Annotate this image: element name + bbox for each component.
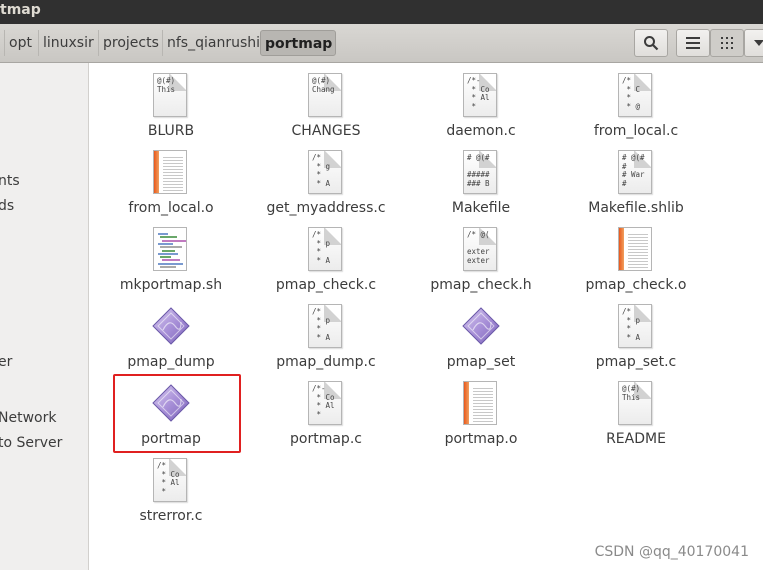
sidebar-item-documents[interactable]: nts (0, 173, 20, 189)
file-name-label: portmap.c (290, 431, 362, 447)
text-file-icon: /* * p * * A (306, 304, 346, 352)
window-title: tmap (0, 2, 41, 18)
grid-view-icon (721, 37, 733, 49)
file-name-label: pmap_dump (127, 354, 215, 370)
file-name-label: pmap_check.o (585, 277, 687, 293)
sidebar-item-network[interactable]: Network (0, 410, 56, 426)
file-item-get-myaddress-c[interactable]: /* * g * * A get_myaddress.c (256, 146, 396, 222)
shell-script-icon (151, 227, 191, 275)
file-item-makefile[interactable]: # @(# ##### ### B Makefile (411, 146, 551, 222)
file-name-label: pmap_set (446, 354, 516, 370)
file-item-pmap-dump-c[interactable]: /* * p * * A pmap_dump.c (256, 300, 396, 376)
file-name-label: daemon.c (446, 123, 516, 139)
file-item-portmap-c[interactable]: /*- * Co * Al * portmap.c (256, 377, 396, 453)
text-file-icon: /* @( exter exter (461, 227, 501, 275)
file-item-strerror-c[interactable]: /* * Co * Al * strerror.c (101, 454, 241, 530)
executable-icon (151, 304, 191, 352)
file-item-changes[interactable]: @(#) Chang CHANGES (256, 69, 396, 145)
text-file-icon: /*- * Co * Al * (306, 381, 346, 429)
file-item-from-local-o[interactable]: from_local.o (101, 146, 241, 222)
text-file-icon: @(#) This (616, 381, 656, 429)
file-item-pmap-check-o[interactable]: pmap_check.o (566, 223, 706, 299)
file-item-pmap-check-c[interactable]: /* * p * * A pmap_check.c (256, 223, 396, 299)
file-grid: @(#) This BLURB @(#) Chang CHANGES /*- * Co … (89, 63, 763, 570)
grid-view-button[interactable] (710, 29, 744, 57)
file-name-label: Makefile (451, 200, 511, 216)
breadcrumb-nfs-qianrushi[interactable]: nfs_qianrushi (162, 30, 260, 56)
sidebar: nts ds er Network to Server (0, 63, 89, 570)
chevron-down-icon (754, 40, 763, 46)
file-name-label: strerror.c (139, 508, 203, 524)
text-file-icon: /*- * Co * Al * (461, 73, 501, 121)
file-item-pmap-set-c[interactable]: /* * p * * A pmap_set.c (566, 300, 706, 376)
selection-highlight (113, 374, 241, 453)
file-name-label: get_myaddress.c (266, 200, 386, 216)
text-file-icon: @(#) Chang (306, 73, 346, 121)
text-file-icon: # @(# ##### ### B (461, 150, 501, 198)
file-item-pmap-set[interactable]: pmap_set (411, 300, 551, 376)
file-name-label: README (606, 431, 666, 447)
breadcrumb-portmap[interactable]: portmap (260, 30, 336, 56)
text-file-icon: # @(# # # War # (616, 150, 656, 198)
file-item-blurb[interactable]: @(#) This BLURB (101, 69, 241, 145)
text-file-icon: /* * p * * A (306, 227, 346, 275)
text-file-icon: /* * p * * A (616, 304, 656, 352)
executable-icon (461, 304, 501, 352)
list-view-button[interactable] (676, 29, 710, 57)
file-item-readme[interactable]: @(#) This README (566, 377, 706, 453)
breadcrumb-linuxsir[interactable]: linuxsir (38, 30, 98, 56)
file-name-label: pmap_check.c (275, 277, 377, 293)
file-name-label: BLURB (147, 123, 195, 139)
search-icon (644, 36, 659, 51)
file-name-label: from_local.o (128, 200, 214, 216)
text-file-icon: /* * g * * A (306, 150, 346, 198)
sidebar-item-downloads[interactable]: ds (0, 198, 14, 214)
file-item-mkportmap-sh[interactable]: mkportmap.sh (101, 223, 241, 299)
sidebar-item-connect-to-server[interactable]: to Server (0, 435, 62, 451)
sidebar-item-computer[interactable]: er (0, 354, 12, 370)
list-view-icon (686, 37, 700, 49)
file-item-pmap-check-h[interactable]: /* @( exter exter pmap_check.h (411, 223, 551, 299)
file-name-label: portmap.o (444, 431, 518, 447)
header-bar: opt linuxsir projects nfs_qianrushi port… (0, 24, 763, 63)
object-file-icon (461, 381, 501, 429)
search-button[interactable] (634, 29, 668, 57)
object-file-icon (151, 150, 191, 198)
file-item-daemon-c[interactable]: /*- * Co * Al * daemon.c (411, 69, 551, 145)
file-name-label: pmap_set.c (595, 354, 677, 370)
file-item-pmap-dump[interactable]: pmap_dump (101, 300, 241, 376)
file-item-makefile-shlib[interactable]: # @(# # # War # Makefile.shlib (566, 146, 706, 222)
text-file-icon: /* * Co * Al * (151, 458, 191, 506)
file-name-label: Makefile.shlib (588, 200, 684, 216)
file-name-label: from_local.c (593, 123, 679, 139)
watermark: CSDN @qq_40170041 (594, 544, 749, 560)
title-bar: tmap (0, 0, 763, 24)
file-item-portmap-o[interactable]: portmap.o (411, 377, 551, 453)
file-name-label: mkportmap.sh (119, 277, 223, 293)
text-file-icon: /* * C * * @ (616, 73, 656, 121)
object-file-icon (616, 227, 656, 275)
file-name-label: pmap_dump.c (276, 354, 376, 370)
file-item-from-local-c[interactable]: /* * C * * @ from_local.c (566, 69, 706, 145)
breadcrumb-projects[interactable]: projects (98, 30, 162, 56)
file-name-label: pmap_check.h (430, 277, 532, 293)
file-name-label: CHANGES (291, 123, 361, 139)
text-file-icon: @(#) This (151, 73, 191, 121)
view-options-button[interactable] (744, 29, 763, 57)
breadcrumb-opt[interactable]: opt (4, 30, 38, 56)
